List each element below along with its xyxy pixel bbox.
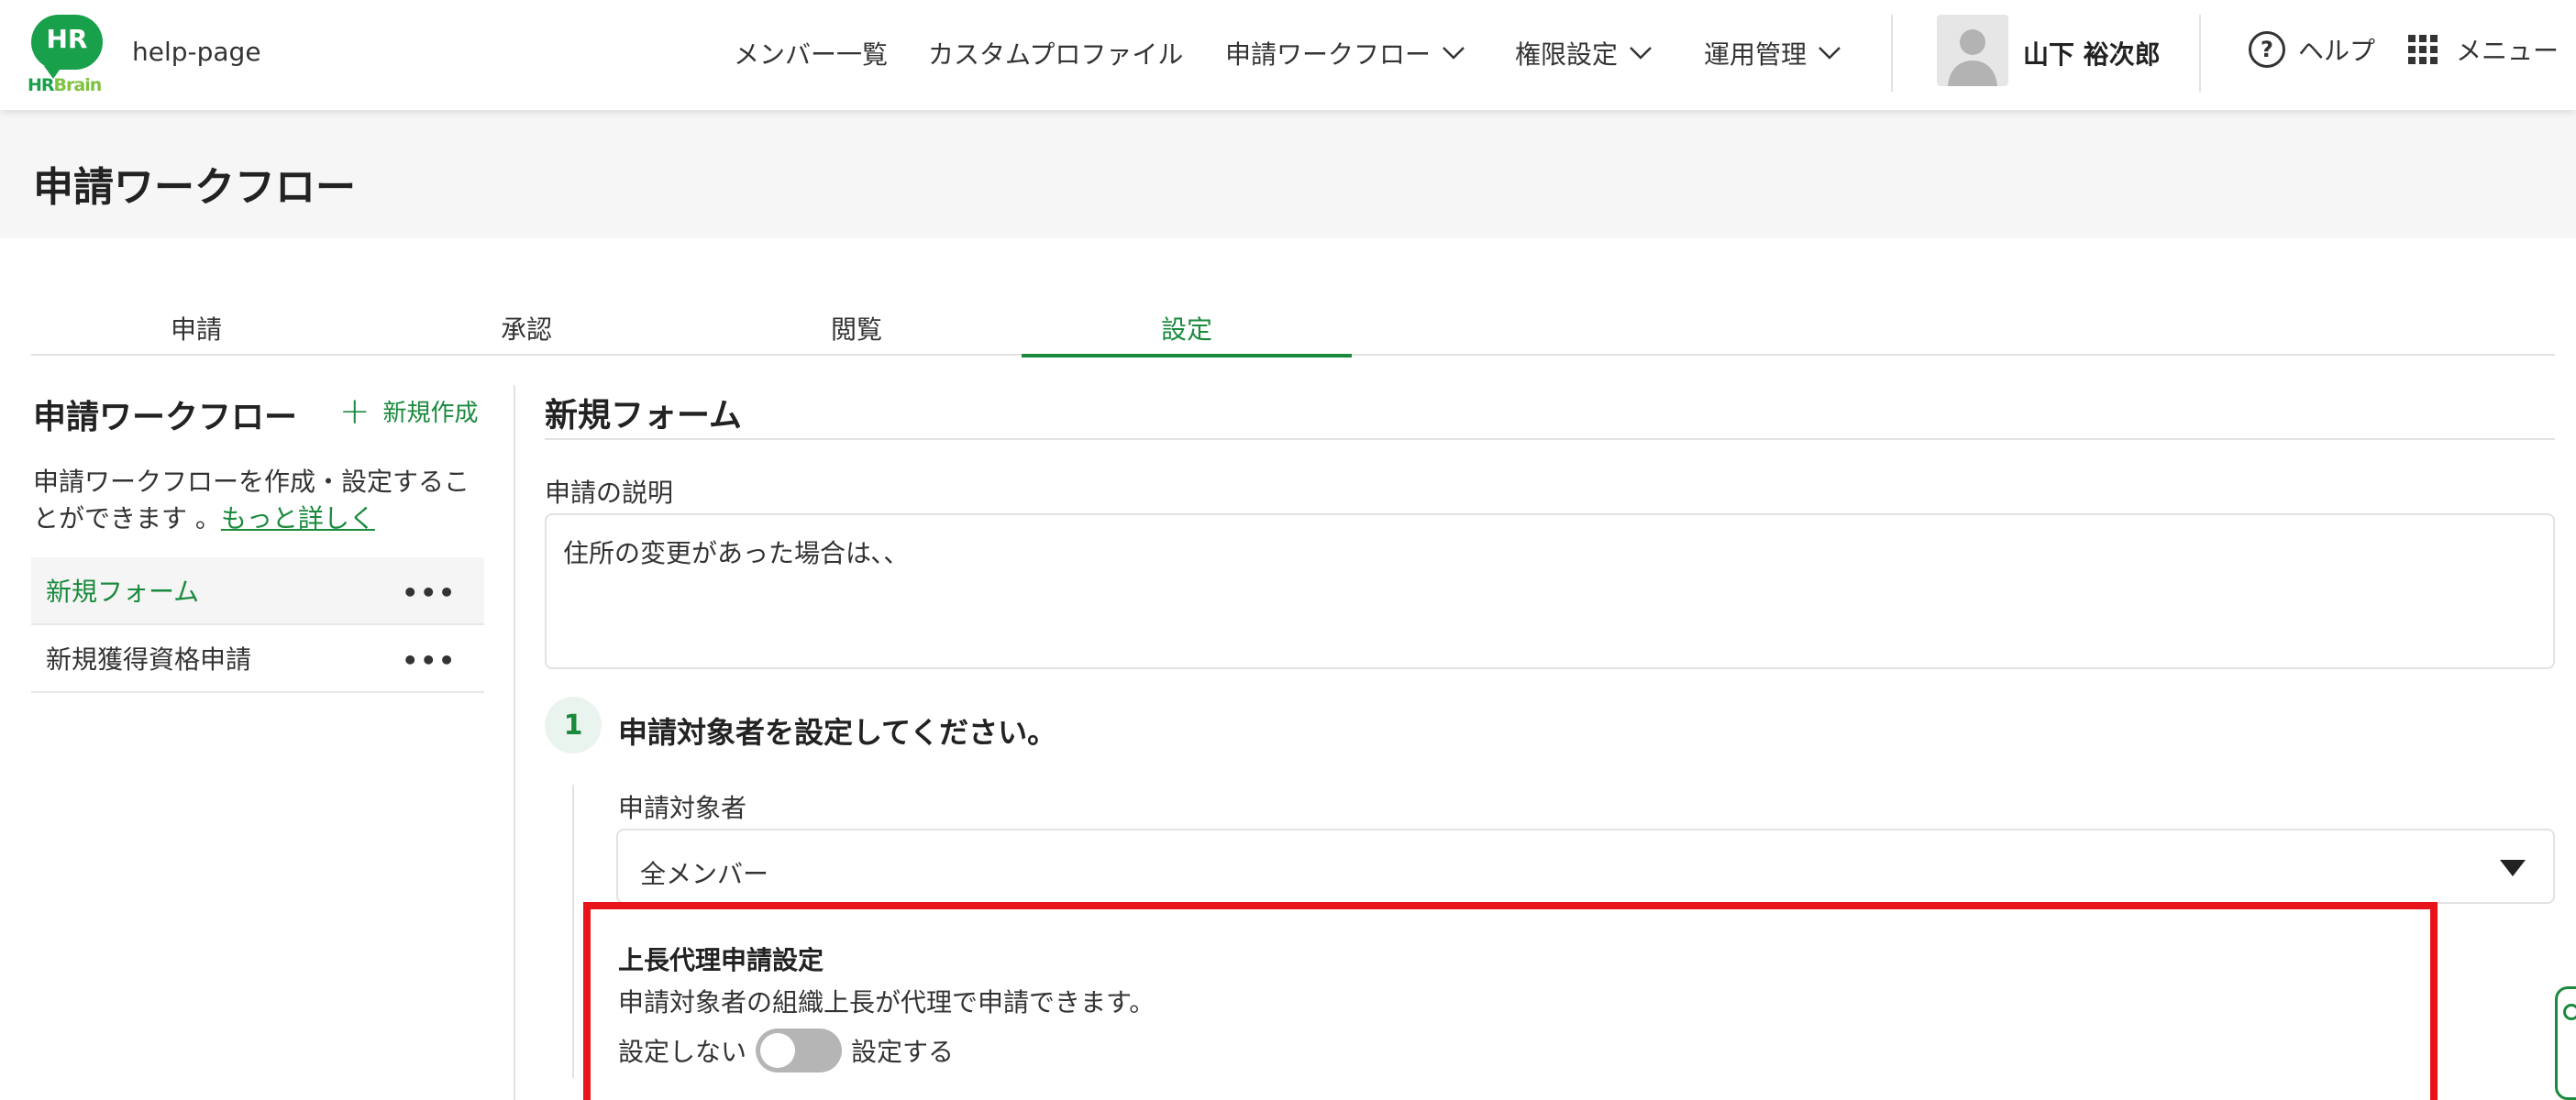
toggle-off-label: 設定しない — [618, 1037, 747, 1067]
toggle-on-label: 設定する — [851, 1037, 955, 1067]
more-options-icon[interactable]: ••• — [402, 645, 457, 676]
chevron-down-icon — [1443, 47, 1465, 60]
learn-more-link[interactable]: もっと詳しく — [221, 503, 375, 534]
nav-custom-profile[interactable]: カスタムプロファイル — [928, 35, 1183, 72]
proxy-toggle-switch[interactable] — [756, 1028, 843, 1072]
header-divider — [2199, 15, 2201, 92]
nav-permissions[interactable]: 権限設定 — [1515, 35, 1653, 72]
logo-mark-text: HR — [46, 24, 88, 54]
list-item-qualification[interactable]: 新規獲得資格申請 ••• — [31, 625, 484, 693]
tab-settings[interactable]: 設定 — [1022, 310, 1352, 358]
chat-icon — [2563, 1004, 2576, 1020]
tab-view[interactable]: 閲覧 — [691, 310, 1022, 356]
user-name[interactable]: 山下 裕次郎 — [2023, 35, 2161, 72]
dropdown-arrow-icon — [2500, 860, 2526, 876]
plus-icon: + — [339, 390, 370, 433]
list-item-label: 新規フォーム — [46, 577, 200, 607]
new-workflow-button[interactable]: + 新規作成 — [339, 390, 479, 433]
header-divider — [1891, 15, 1893, 92]
form-title-divider — [545, 438, 2555, 440]
more-options-icon[interactable]: ••• — [402, 578, 457, 608]
site-name: help-page — [132, 37, 261, 67]
target-select[interactable]: 全メンバー — [616, 829, 2555, 904]
grid-menu-icon — [2408, 35, 2438, 64]
avatar[interactable] — [1937, 15, 2008, 86]
top-header: HR HRBrain help-page メンバー一覧 カスタムプロファイル 申… — [0, 0, 2576, 110]
toggle-knob — [760, 1033, 796, 1068]
chevron-down-icon — [1630, 47, 1652, 60]
step-title: 申請対象者を設定してください。 — [618, 715, 1057, 750]
chevron-down-icon — [1819, 47, 1841, 60]
chat-widget-button[interactable] — [2555, 986, 2576, 1100]
user-avatar-icon — [1948, 29, 1997, 86]
menu-label: メニュー — [2456, 36, 2559, 66]
nav-member-list[interactable]: メンバー一覧 — [734, 35, 888, 72]
nav-workflow[interactable]: 申請ワークフロー — [1225, 35, 1465, 72]
page-title: 申請ワークフロー — [33, 164, 356, 211]
help-icon: ? — [2249, 31, 2285, 68]
list-item-label: 新規獲得資格申請 — [46, 644, 252, 675]
help-button[interactable]: ? ヘルプ — [2249, 31, 2375, 68]
tab-apply[interactable]: 申請 — [31, 310, 361, 356]
step-connector-line — [572, 785, 574, 1078]
description-textarea[interactable]: 住所の変更があった場合は､､ — [545, 513, 2555, 669]
proxy-toggle-row: 設定しない 設定する — [618, 1028, 954, 1072]
tab-bar: 申請 承認 閲覧 設定 — [31, 302, 2555, 358]
sidebar-description: 申請ワークフローを作成・設定することができます 。もっと詳しく — [33, 467, 470, 534]
proxy-setting-description: 申請対象者の組織上長が代理で申請できます。 — [618, 987, 1155, 1018]
sidebar-divider — [514, 385, 515, 1100]
list-item-new-form[interactable]: 新規フォーム ••• — [31, 557, 484, 625]
proxy-setting-title: 上長代理申請設定 — [618, 945, 824, 975]
target-label: 申請対象者 — [618, 793, 747, 823]
form-title: 新規フォーム — [545, 397, 742, 434]
nav-operations[interactable]: 運用管理 — [1704, 35, 1841, 72]
help-label: ヘルプ — [2298, 36, 2376, 66]
menu-button[interactable]: メニュー — [2408, 31, 2559, 68]
description-label: 申請の説明 — [545, 478, 674, 508]
step-number-badge: 1 — [545, 697, 602, 754]
target-select-value: 全メンバー — [640, 859, 769, 889]
hrbrain-logo[interactable]: HR HRBrain — [28, 15, 108, 95]
logo-wordmark: HRBrain — [28, 75, 102, 95]
sidebar-title: 申請ワークフロー — [33, 399, 298, 436]
new-workflow-label: 新規作成 — [382, 400, 479, 427]
tab-approve[interactable]: 承認 — [361, 310, 691, 356]
page-title-band: 申請ワークフロー — [0, 110, 2576, 238]
